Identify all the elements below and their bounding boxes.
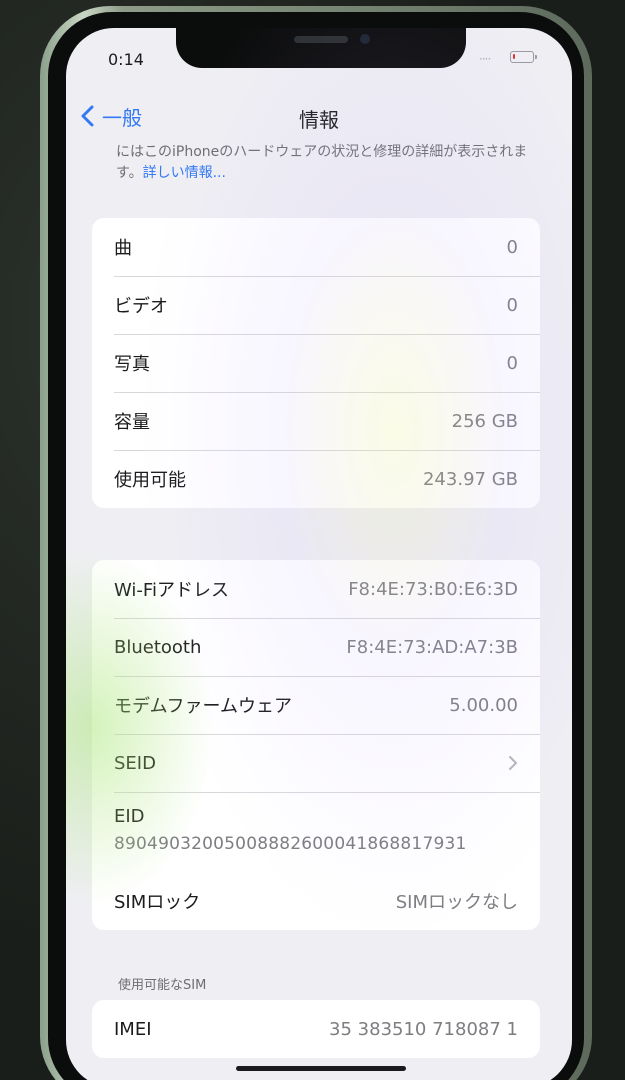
hardware-info-note: にはこのiPhoneのハードウェアの状況と修理の詳細が表示されます。詳しい情報.… <box>116 142 536 184</box>
row-label: ビデオ <box>114 296 168 317</box>
row-value: 256 GB <box>451 410 518 432</box>
row-label: モデムファームウェア <box>114 696 293 717</box>
sim-info-card: IMEI 35 383510 718087 1 <box>92 1000 540 1058</box>
list-item-sim-lock[interactable]: SIMロック SIMロックなし <box>92 872 540 930</box>
list-item-imei[interactable]: IMEI 35 383510 718087 1 <box>92 1000 540 1058</box>
chevron-right-icon <box>509 756 517 770</box>
row-value: 243.97 GB <box>422 468 518 490</box>
list-item-eid[interactable]: EID 89049032005008882600041868817931 <box>92 792 540 872</box>
row-label: 使用可能 <box>114 470 186 491</box>
status-time: 0:14 <box>108 50 144 69</box>
row-value: 35 383510 718087 1 <box>329 1018 518 1040</box>
speaker-grille <box>294 36 348 43</box>
page-title: 情報 <box>299 108 339 132</box>
list-item-songs: 曲 0 <box>92 218 540 276</box>
row-value: F8:4E:73:AD:A7:3B <box>346 636 518 658</box>
media-storage-card: 曲 0 ビデオ 0 写真 0 容量 256 GB 使用可能 243.97 GB <box>92 218 540 508</box>
network-info-card: Wi-Fiアドレス F8:4E:73:B0:E6:3D Bluetooth F8… <box>92 560 540 930</box>
row-value: F8:4E:73:B0:E6:3D <box>348 578 518 600</box>
list-item-available: 使用可能 243.97 GB <box>92 450 540 508</box>
home-indicator[interactable] <box>236 1066 406 1071</box>
row-label: Wi-Fiアドレス <box>114 580 229 601</box>
battery-icon <box>510 51 534 63</box>
row-label: SIMロック <box>114 892 201 913</box>
row-value: 0 <box>506 236 518 258</box>
row-label: 写真 <box>114 354 150 375</box>
row-label: Bluetooth <box>114 636 202 658</box>
navigation-bar: 一般 情報 <box>66 92 572 140</box>
row-value: 0 <box>506 352 518 374</box>
row-label: 曲 <box>114 238 132 259</box>
row-label: SEID <box>114 752 156 774</box>
learn-more-link[interactable]: 詳しい情報... <box>143 165 226 181</box>
list-item-modem-firmware[interactable]: モデムファームウェア 5.00.00 <box>92 676 540 734</box>
row-label: IMEI <box>114 1018 152 1040</box>
row-value: 89049032005008882600041868817931 <box>114 834 467 854</box>
battery-level <box>513 54 515 59</box>
notch <box>176 28 466 68</box>
list-item-seid[interactable]: SEID <box>92 734 540 792</box>
section-header-available-sim: 使用可能なSIM <box>118 978 207 993</box>
battery-cap <box>535 55 537 59</box>
row-value: 5.00.00 <box>449 694 518 716</box>
list-item-bluetooth[interactable]: Bluetooth F8:4E:73:AD:A7:3B <box>92 618 540 676</box>
list-item-photos: 写真 0 <box>92 334 540 392</box>
row-label: EID <box>114 806 145 827</box>
front-camera <box>360 34 370 44</box>
row-value: 0 <box>506 294 518 316</box>
phone-screen: 0:14 ···· 一般 情報 にはこのiPhoneのハードウェアの状況と修理の… <box>66 28 572 1080</box>
row-value: SIMロックなし <box>395 892 518 913</box>
row-label: 容量 <box>114 412 150 433</box>
signal-icon: ···· <box>479 52 491 66</box>
list-item-capacity: 容量 256 GB <box>92 392 540 450</box>
list-item-wifi-address[interactable]: Wi-Fiアドレス F8:4E:73:B0:E6:3D <box>92 560 540 618</box>
list-item-videos: ビデオ 0 <box>92 276 540 334</box>
